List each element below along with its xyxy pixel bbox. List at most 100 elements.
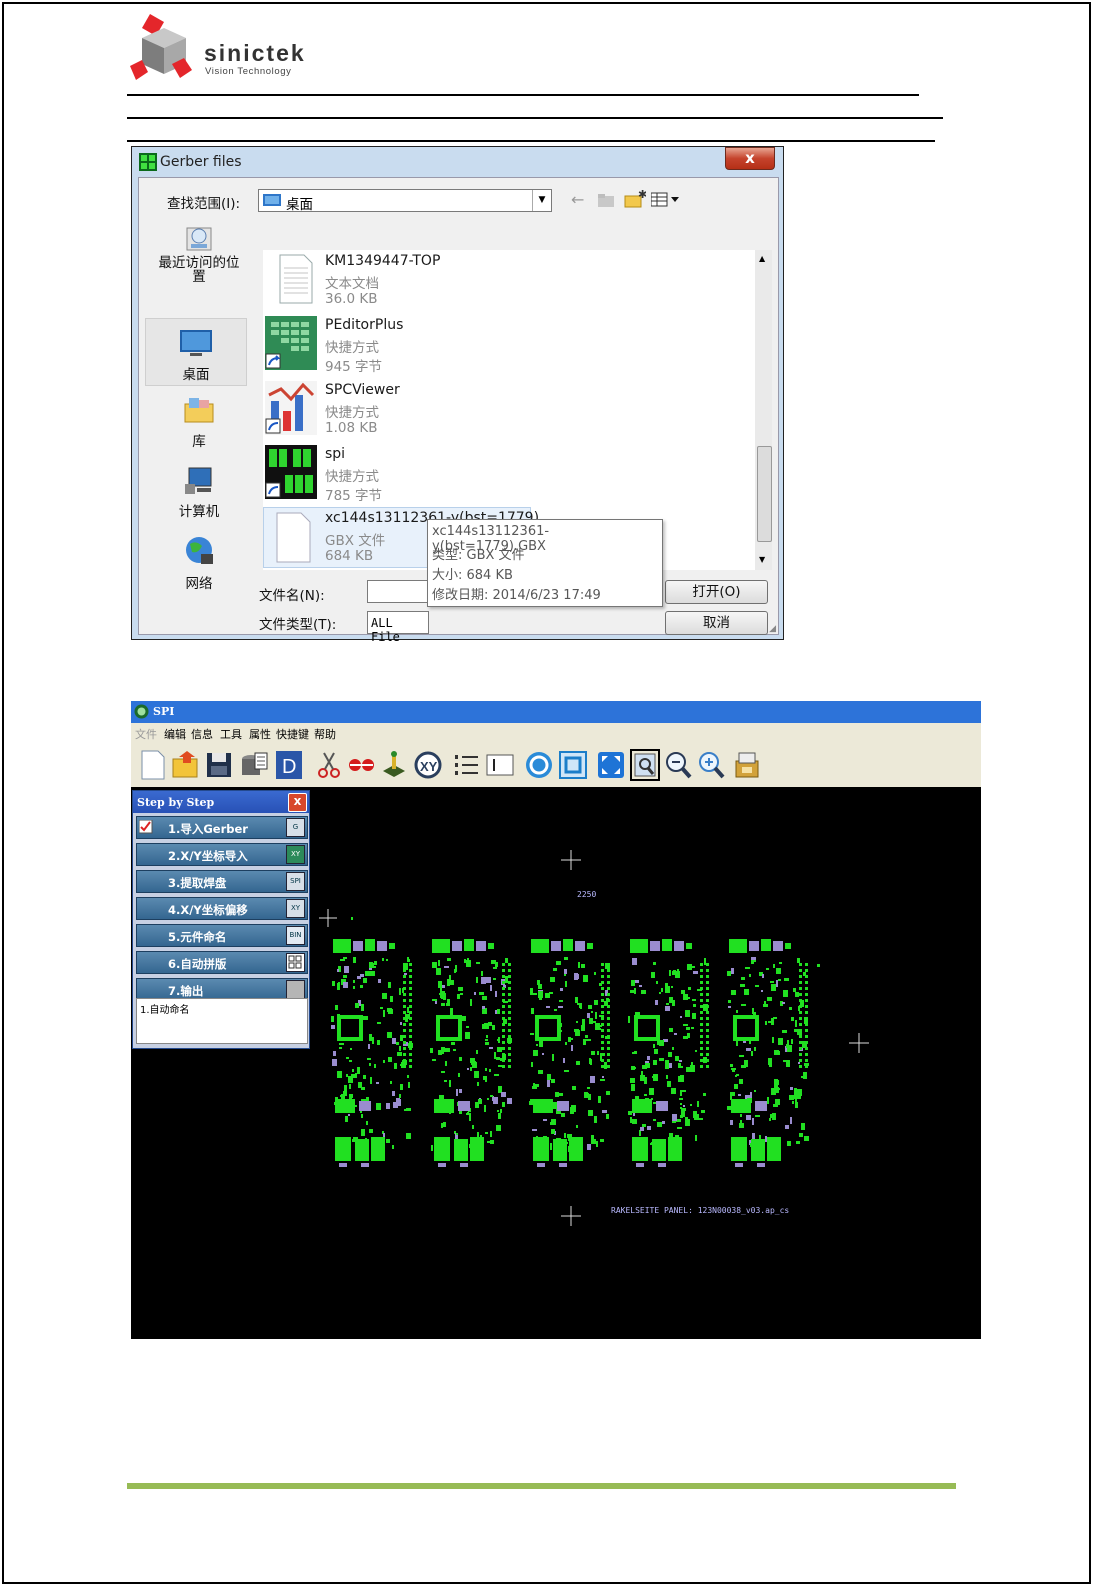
zoom-in-icon[interactable] [696, 749, 726, 781]
output-icon [286, 980, 305, 999]
canvas-bottom-label: RAKELSEITE PANEL: 123N00038_v03.ap_cs [611, 1206, 789, 1215]
file-item[interactable]: KM1349447-TOP 文本文档 36.0 KB [263, 250, 543, 310]
svg-text:XY: XY [420, 759, 438, 774]
step-import-gerber[interactable]: 1.导入Gerber G [136, 816, 308, 839]
cancel-button[interactable]: 取消 [665, 611, 768, 635]
place-desktop[interactable]: 桌面 [145, 318, 247, 386]
menu-shortcuts[interactable]: 快捷键 [276, 726, 309, 742]
filename-label: 文件名(N): [259, 588, 325, 604]
menu-help[interactable]: 帮助 [314, 726, 336, 742]
zoom-out-icon[interactable] [663, 749, 693, 781]
textbox-icon[interactable] [485, 749, 515, 781]
file-type: GBX 文件 [325, 533, 386, 549]
step-by-step-panel: Step by Step x 1.导入Gerber G 2.X/Y坐标导入 XY… [132, 790, 310, 1049]
bin-icon: BIN [286, 926, 305, 945]
spi-pads-icon: SPI [286, 872, 305, 891]
filename-input[interactable] [367, 580, 433, 603]
file-item[interactable]: PEditorPlus 快捷方式 945 字节 [263, 314, 543, 375]
step-xy-offset[interactable]: 4.X/Y坐标偏移 XY [136, 897, 308, 920]
place-library[interactable]: 库 [153, 394, 245, 450]
filetype-select[interactable]: ALL File [367, 611, 429, 644]
svg-text:✱: ✱ [638, 189, 646, 201]
menu-properties[interactable]: 属性 [249, 726, 271, 742]
place-network[interactable]: 网络 [153, 534, 245, 592]
list-icon[interactable] [452, 749, 482, 781]
new-icon[interactable] [138, 749, 168, 781]
spi-toolbar: D XY [131, 743, 981, 787]
desktop-small-icon [263, 194, 281, 206]
xy-icon[interactable]: XY [413, 749, 443, 781]
menu-info[interactable]: 信息 [191, 726, 213, 742]
look-in-select[interactable]: 桌面 ▼ [258, 189, 552, 213]
spi-titlebar: SPI [131, 701, 981, 723]
new-folder-icon[interactable]: ✱ [624, 189, 646, 209]
scroll-thumb[interactable] [757, 446, 772, 542]
zoom-window-icon[interactable] [630, 749, 660, 781]
step-label: 3.提取焊盘 [168, 876, 227, 890]
step-auto-panelize[interactable]: 6.自动拼版 [136, 951, 308, 974]
place-computer[interactable]: 计算机 [153, 464, 245, 520]
xy-import-icon: XY [286, 845, 305, 864]
up-folder-icon[interactable] [597, 192, 615, 208]
step-label: 2.X/Y坐标导入 [168, 849, 248, 863]
step-label: 6.自动拼版 [168, 957, 227, 971]
back-arrow-icon[interactable]: ← [571, 190, 584, 209]
resize-grip-icon[interactable]: ◢ [769, 624, 776, 634]
footer-bar [127, 1483, 956, 1489]
fit-icon[interactable] [596, 749, 626, 781]
file-item[interactable]: spi 快捷方式 785 字节 [263, 443, 543, 504]
peditorplus-icon [265, 316, 317, 370]
frame-icon[interactable] [558, 749, 588, 781]
file-type: 文本文档 [325, 276, 379, 292]
file-tooltip: xc144s13112361-y(bst=1779).GBX 类型: GBX 文… [427, 519, 663, 607]
tooltip-modified: 修改日期: 2014/6/23 17:49 [432, 588, 601, 603]
panel-close-button[interactable]: x [288, 793, 307, 812]
menu-edit[interactable]: 编辑 [164, 726, 186, 742]
file-name: SPCViewer [325, 382, 400, 398]
open-folder-icon[interactable] [171, 749, 201, 781]
file-size: 945 字节 [325, 359, 383, 375]
d-icon[interactable]: D [274, 749, 304, 781]
tooltip-type: 类型: GBX 文件 [432, 548, 525, 563]
file-item[interactable]: SPCViewer 快捷方式 1.08 KB [263, 379, 543, 439]
menu-file[interactable]: 文件 [135, 726, 157, 742]
place-recent[interactable]: 最近访问的位置 [153, 222, 245, 284]
file-type: 快捷方式 [325, 469, 379, 485]
header-rule-2 [127, 117, 943, 119]
filetype-label: 文件类型(T): [259, 617, 337, 633]
database-icon[interactable] [239, 749, 269, 781]
file-size: 684 KB [325, 548, 374, 564]
scroll-up-icon[interactable]: ▲ [759, 254, 765, 263]
dialog-close-button[interactable]: x [725, 147, 775, 170]
rotate-icon[interactable] [524, 749, 554, 781]
file-list-scrollbar[interactable]: ▲ ▼ [755, 250, 772, 570]
scissors-icon[interactable] [314, 749, 344, 781]
gerber-icon: G [286, 818, 305, 837]
view-menu-icon[interactable] [651, 192, 681, 208]
chevron-down-icon[interactable]: ▼ [532, 190, 551, 211]
file-name: PEditorPlus [325, 317, 404, 333]
step-component-naming[interactable]: 5.元件命名 BIN [136, 924, 308, 947]
place-label: 库 [192, 434, 206, 450]
save-icon[interactable] [204, 749, 234, 781]
header-rule-1 [127, 94, 919, 96]
menu-tools[interactable]: 工具 [220, 726, 242, 742]
checkbox-checked-icon [139, 820, 153, 834]
place-label: 最近访问的位置 [158, 255, 240, 285]
open-button[interactable]: 打开(O) [665, 580, 768, 604]
step-label: 7.输出 [168, 984, 204, 998]
xy-offset-icon: XY [286, 899, 305, 918]
places-bar: 最近访问的位置 桌面 库 计算机 网络 [145, 218, 249, 592]
connect-icon[interactable] [346, 749, 376, 781]
note-text: 1.自动命名 [140, 1005, 190, 1016]
joystick-icon[interactable] [379, 749, 409, 781]
network-globe-icon [186, 537, 213, 564]
place-label: 网络 [185, 576, 213, 592]
panel-title: Step by Step [137, 796, 215, 809]
step-extract-pads[interactable]: 3.提取焊盘 SPI [136, 870, 308, 893]
step-label: 5.元件命名 [168, 930, 227, 944]
step-xy-import[interactable]: 2.X/Y坐标导入 XY [136, 843, 308, 866]
text-document-icon [279, 254, 313, 304]
scroll-down-icon[interactable]: ▼ [759, 555, 765, 564]
export-icon[interactable] [733, 749, 763, 781]
